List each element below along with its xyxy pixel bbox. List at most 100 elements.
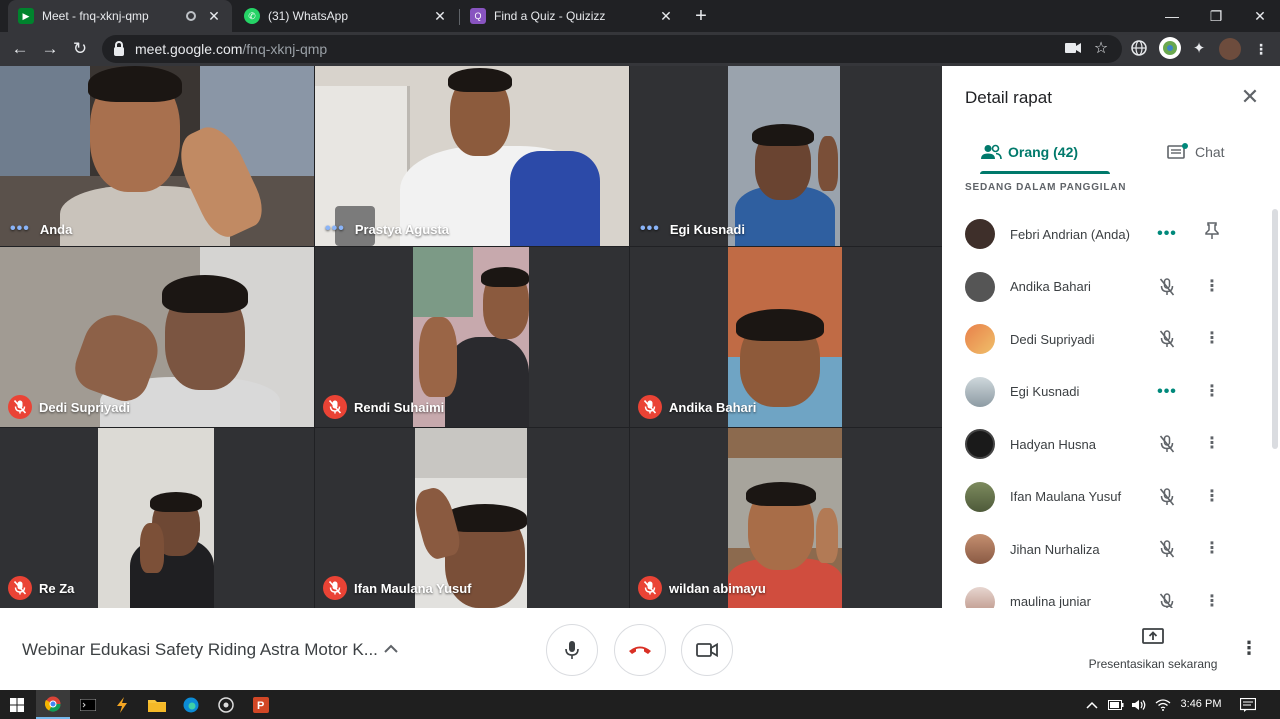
more-options-icon[interactable]: ⋮	[1200, 537, 1224, 561]
more-options-icon[interactable]: ⋮	[1200, 275, 1224, 299]
minimize-window-button[interactable]: —	[1150, 0, 1194, 32]
volume-icon[interactable]	[1131, 690, 1147, 719]
forward-arrow-icon[interactable]: →	[38, 37, 62, 61]
google-meet-icon: ▶	[18, 8, 34, 24]
video-tile[interactable]: Re Za	[0, 428, 314, 608]
person-hand	[419, 317, 457, 397]
file-explorer-icon[interactable]	[140, 690, 174, 719]
bookmark-star-icon[interactable]: ☆	[1092, 40, 1110, 58]
participant-row[interactable]: Dedi Supriyadi ⋮	[942, 313, 1267, 366]
more-options-icon[interactable]: ⋮	[1200, 327, 1224, 351]
globe-extension-icon[interactable]	[1130, 40, 1148, 58]
system-clock[interactable]: 3:46 PM	[1176, 698, 1226, 710]
video-tile[interactable]: ••• Anda	[0, 66, 314, 246]
app-taskbar-icon[interactable]	[105, 690, 139, 719]
chevron-up-icon[interactable]	[383, 638, 399, 659]
tab-meet[interactable]: ▶ Meet - fnq-xknj-qmp ✕	[8, 0, 232, 32]
more-options-icon[interactable]: ⋮	[1200, 432, 1224, 456]
battery-icon[interactable]	[1108, 690, 1124, 719]
close-window-button[interactable]: ✕	[1238, 0, 1280, 32]
chevron-up-icon[interactable]	[1086, 690, 1098, 719]
video-tile[interactable]: Ifan Maulana Yusuf	[315, 428, 629, 608]
present-now-label: Presentasikan sekarang	[1088, 657, 1218, 671]
browser-menu-icon[interactable]: ⋮	[1252, 40, 1270, 58]
camera-button[interactable]	[681, 624, 733, 676]
participant-row[interactable]: Febri Andrian (Anda) •••	[942, 208, 1267, 261]
participant-label: Ifan Maulana Yusuf	[323, 576, 472, 600]
speaking-indicator-icon: •••	[1157, 382, 1177, 400]
mic-off-icon	[1155, 537, 1179, 561]
microphone-button[interactable]	[546, 624, 598, 676]
close-tab-icon[interactable]: ✕	[658, 8, 674, 25]
participant-name: maulina juniar	[1010, 594, 1091, 610]
close-tab-icon[interactable]: ✕	[432, 8, 448, 25]
participant-label: Re Za	[8, 576, 74, 600]
terminal-taskbar-icon[interactable]	[71, 690, 105, 719]
camera-in-use-icon[interactable]	[1064, 40, 1082, 58]
tab-people-label: Orang (42)	[1008, 144, 1079, 160]
new-tab-button[interactable]: +	[690, 5, 712, 27]
participant-name: Febri Andrian (Anda)	[1010, 226, 1130, 242]
participant-label: Andika Bahari	[638, 395, 756, 419]
video-tile[interactable]: Andika Bahari	[630, 247, 942, 427]
video-tile[interactable]: Rendi Suhaimi	[315, 247, 629, 427]
present-now-button[interactable]: Presentasikan sekarang	[1086, 628, 1220, 671]
wifi-icon[interactable]	[1155, 690, 1171, 719]
avatar	[965, 324, 995, 355]
close-panel-icon[interactable]: ✕	[1238, 85, 1262, 109]
leave-call-button[interactable]	[614, 624, 666, 676]
person-hair	[752, 124, 814, 146]
windows-start-icon[interactable]	[0, 690, 34, 719]
extension-badge-icon[interactable]	[1159, 37, 1181, 59]
chrome-taskbar-icon[interactable]	[36, 690, 70, 719]
video-tile[interactable]: ••• Prastya Agusta	[315, 66, 629, 246]
participant-row[interactable]: Ifan Maulana Yusuf ⋮	[942, 471, 1267, 524]
people-icon	[981, 144, 1002, 160]
video-tile[interactable]: wildan abimayu	[630, 428, 942, 608]
tab-whatsapp[interactable]: ✆ (31) WhatsApp ✕	[234, 0, 458, 32]
tab-people[interactable]: Orang (42)	[980, 132, 1110, 174]
notifications-icon[interactable]	[1240, 690, 1256, 719]
restore-window-button[interactable]: ❐	[1194, 0, 1238, 32]
participant-name: Ifan Maulana Yusuf	[354, 580, 472, 596]
panel-scrollbar[interactable]	[1272, 209, 1278, 449]
participant-row[interactable]: Andika Bahari ⋮	[942, 261, 1267, 314]
video-tile[interactable]: ••• Egi Kusnadi	[630, 66, 942, 246]
back-arrow-icon[interactable]: ←	[8, 37, 32, 61]
more-options-icon[interactable]: ⋮	[1200, 485, 1224, 509]
participant-label: ••• Anda	[8, 220, 72, 238]
participant-name: Re Za	[39, 580, 75, 596]
person-hair	[736, 309, 824, 341]
video-tile[interactable]: Dedi Supriyadi	[0, 247, 314, 427]
curtain-background	[413, 247, 473, 317]
tab-chat[interactable]: Chat	[1167, 132, 1225, 172]
person-hair	[481, 267, 529, 287]
mic-off-icon	[1155, 327, 1179, 351]
meeting-title[interactable]: Webinar Edukasi Safety Riding Astra Moto…	[22, 640, 378, 660]
close-tab-icon[interactable]: ✕	[206, 8, 222, 25]
lock-icon	[114, 40, 124, 56]
mic-off-icon	[8, 395, 32, 419]
powerpoint-taskbar-icon[interactable]: P	[244, 690, 278, 719]
participant-name: wildan abimayu	[669, 580, 766, 596]
extensions-puzzle-icon[interactable]: ✦	[1190, 40, 1208, 58]
speaking-indicator-icon: •••	[1157, 225, 1177, 243]
more-options-icon[interactable]: ⋮	[1240, 638, 1258, 659]
avatar	[965, 429, 995, 460]
windows-taskbar: P 3:46 PM	[0, 690, 1280, 719]
app-taskbar-icon[interactable]	[209, 690, 243, 719]
more-options-icon[interactable]: ⋮	[1200, 380, 1224, 404]
mic-off-icon	[638, 395, 662, 419]
pin-icon[interactable]	[1200, 222, 1224, 246]
tab-quizizz[interactable]: Q Find a Quiz - Quizizz ✕	[460, 0, 684, 32]
participant-name: Prastya Agusta	[354, 221, 449, 237]
participant-name: Anda	[39, 221, 73, 237]
edge-taskbar-icon[interactable]	[174, 690, 208, 719]
participant-row[interactable]: Jihan Nurhaliza ⋮	[942, 523, 1267, 576]
address-bar[interactable]: meet.google.com/fnq-xknj-qmp	[102, 35, 1122, 63]
participant-row[interactable]: Hadyan Husna ⋮	[942, 418, 1267, 471]
reload-icon[interactable]: ↻	[68, 37, 92, 61]
profile-avatar[interactable]	[1219, 38, 1241, 60]
participant-row[interactable]: Egi Kusnadi ••• ⋮	[942, 366, 1267, 419]
person-hair	[746, 482, 816, 506]
